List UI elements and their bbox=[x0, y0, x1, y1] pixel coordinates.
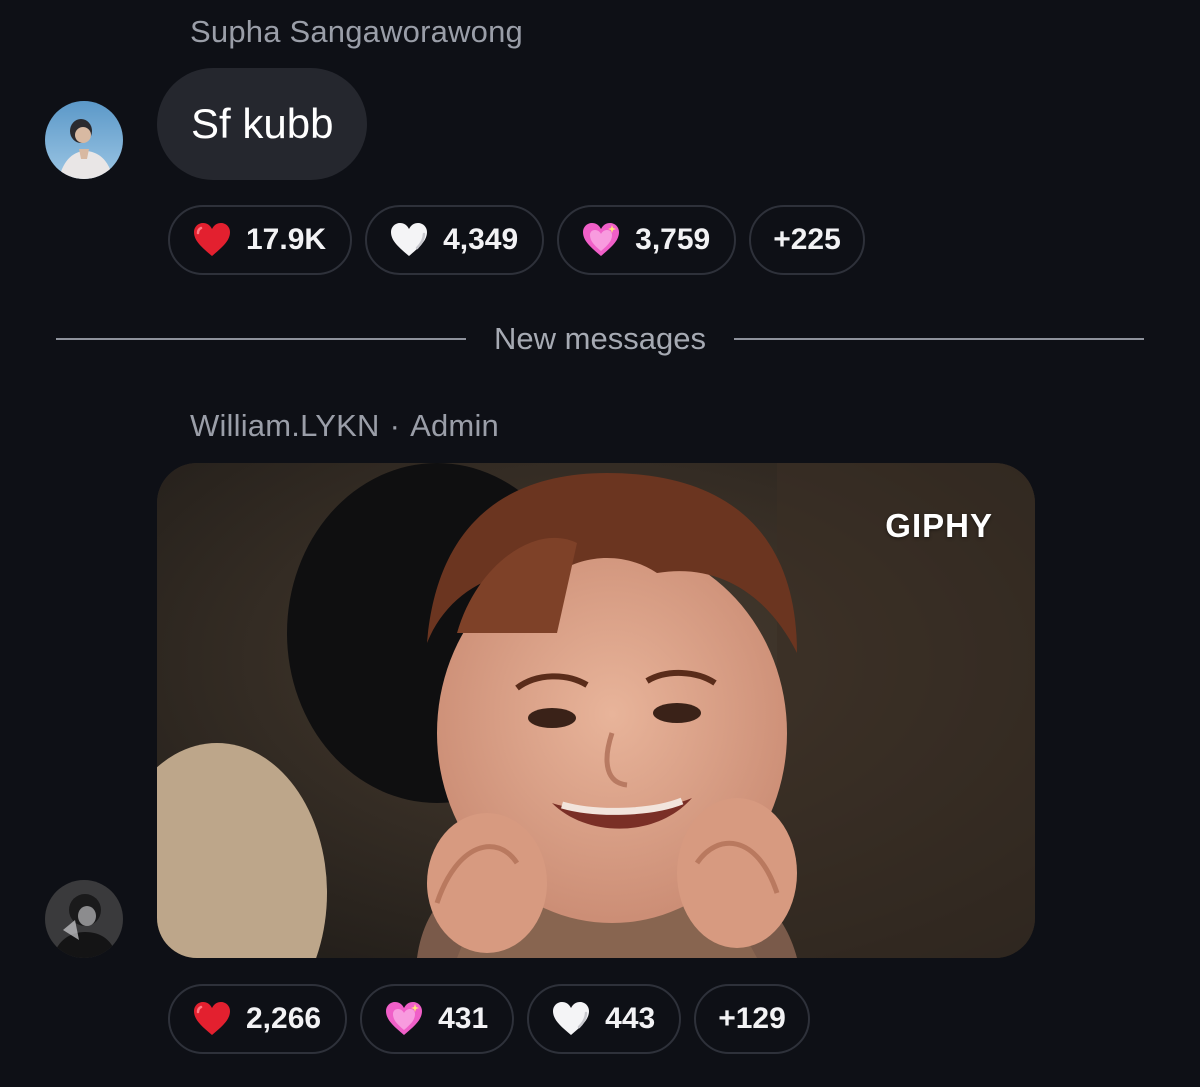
reaction-pill-white-heart[interactable]: 443 bbox=[527, 984, 682, 1054]
giphy-watermark: GIPHY bbox=[885, 507, 993, 544]
reaction-count: 431 bbox=[438, 1002, 489, 1035]
more-reactions-count: +225 bbox=[773, 223, 841, 256]
divider-line bbox=[56, 338, 467, 340]
message-bubble[interactable]: Sf kubb bbox=[157, 68, 368, 180]
gif-attachment[interactable]: GIPHY bbox=[157, 463, 1035, 958]
reaction-bar: 2,266 431 443 +129 bbox=[168, 984, 810, 1054]
reaction-pill-white-heart[interactable]: 4,349 bbox=[365, 205, 545, 275]
reaction-count: 3,759 bbox=[635, 223, 711, 256]
more-reactions-count: +129 bbox=[718, 1002, 786, 1035]
reaction-pill-sparkling-heart[interactable]: 431 bbox=[360, 984, 515, 1054]
reaction-pill-red-heart[interactable]: 17.9K bbox=[168, 205, 353, 275]
sender-name-text: Supha Sangaworawong bbox=[190, 14, 523, 49]
avatar[interactable] bbox=[45, 101, 123, 179]
more-reactions-button[interactable]: +225 bbox=[749, 205, 865, 275]
sparkling-heart-icon bbox=[384, 1001, 424, 1037]
reaction-bar: 17.9K 4,349 3,759 +225 bbox=[168, 205, 865, 275]
white-heart-icon bbox=[389, 222, 429, 258]
sparkling-heart-icon bbox=[581, 222, 621, 258]
name-separator: · bbox=[389, 408, 401, 443]
sender-name: Supha Sangaworawong bbox=[190, 14, 523, 50]
divider-label: New messages bbox=[494, 321, 706, 356]
red-heart-icon bbox=[192, 222, 232, 258]
reaction-pill-sparkling-heart[interactable]: 3,759 bbox=[557, 205, 737, 275]
red-heart-icon bbox=[192, 1001, 232, 1037]
avatar[interactable] bbox=[45, 880, 123, 958]
sender-name-text: William.LYKN bbox=[190, 408, 380, 443]
reaction-count: 2,266 bbox=[246, 1002, 322, 1035]
new-messages-divider: New messages bbox=[56, 321, 1145, 356]
more-reactions-button[interactable]: +129 bbox=[694, 984, 810, 1054]
reaction-pill-red-heart[interactable]: 2,266 bbox=[168, 984, 348, 1054]
chat-screen: Supha Sangaworawong Sf kubb 17.9K 4,349 … bbox=[0, 0, 1200, 1087]
divider-line bbox=[733, 338, 1145, 340]
message-text: Sf kubb bbox=[191, 100, 334, 147]
white-heart-icon bbox=[551, 1001, 591, 1037]
reaction-count: 4,349 bbox=[443, 223, 519, 256]
sender-role: Admin bbox=[410, 408, 499, 443]
reaction-count: 443 bbox=[605, 1002, 656, 1035]
reaction-count: 17.9K bbox=[246, 223, 327, 256]
sender-name: William.LYKN · Admin bbox=[190, 408, 499, 444]
